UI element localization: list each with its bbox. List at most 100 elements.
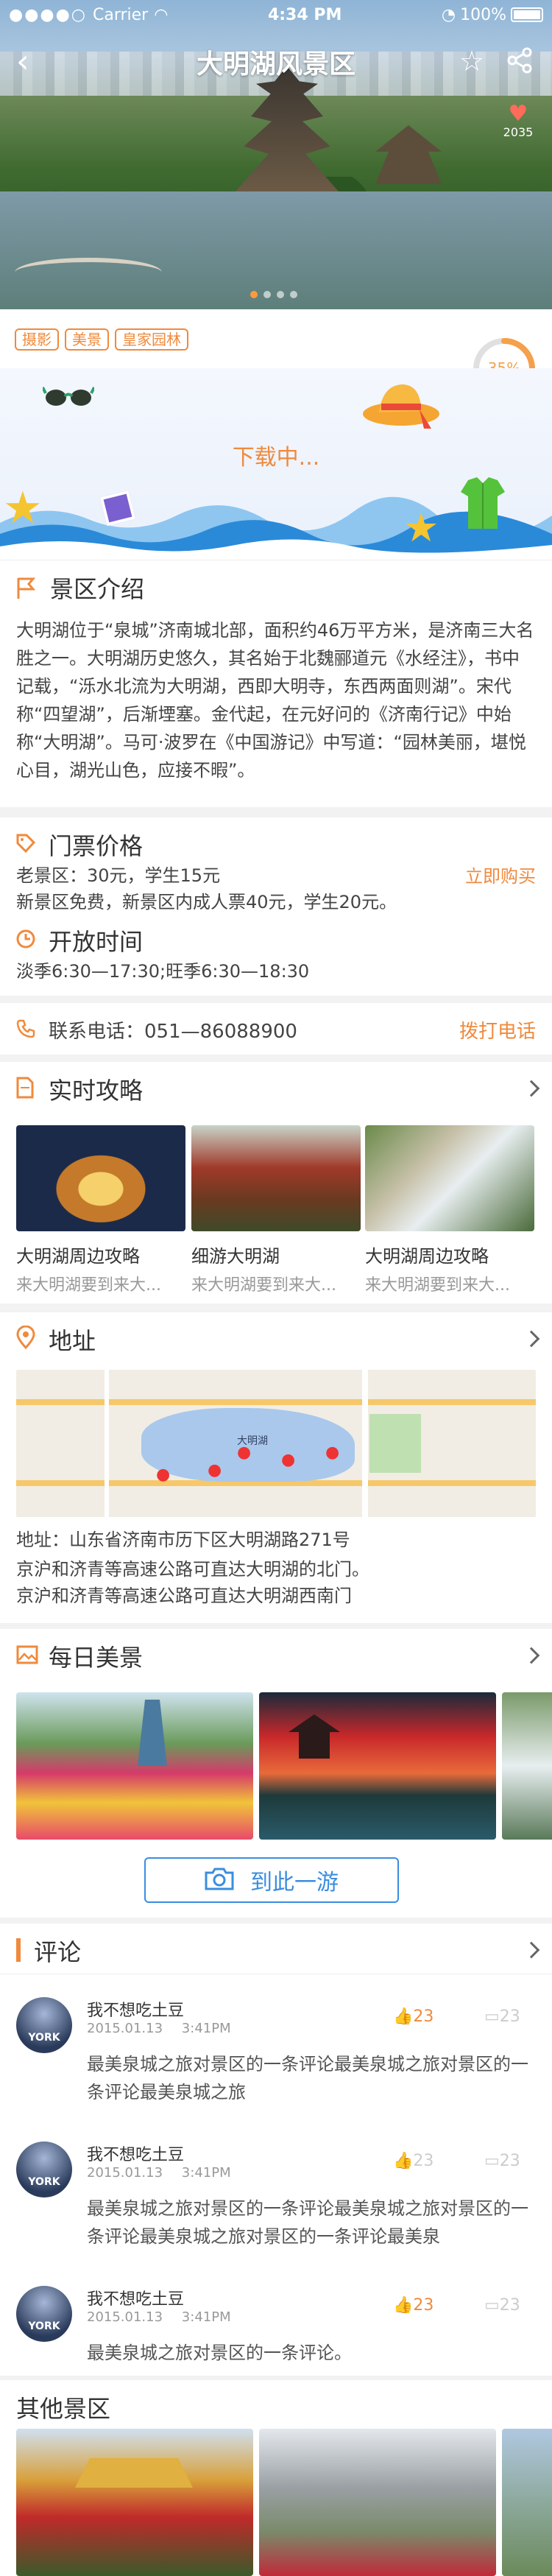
phone-label: 联系电话：051—86088900 — [49, 1021, 297, 1043]
comment-date: 2015.01.13 — [87, 2165, 163, 2181]
map-park — [369, 1414, 421, 1473]
reply-button[interactable]: ▭23 — [484, 2007, 520, 2026]
temple-roof — [75, 2458, 193, 2488]
chevron-right-icon[interactable] — [523, 1647, 540, 1664]
like-button[interactable]: 👍23 — [393, 2152, 434, 2170]
phone-section[interactable]: 联系电话：051—86088900 拨打电话 — [0, 1003, 552, 1055]
carousel-dot[interactable] — [263, 291, 271, 298]
download-banner: 下载中... ★ ★ — [0, 368, 552, 560]
guides-title: 实时攻略 — [49, 1077, 144, 1105]
map-marker-icon[interactable]: ● — [325, 1443, 339, 1462]
reply-count: 23 — [499, 2296, 520, 2315]
guide-card[interactable]: 细游大明湖 来大明湖要到来大... — [191, 1125, 361, 1295]
starfish-icon: ★ — [3, 482, 43, 534]
others-title: 其他景区 — [16, 2395, 111, 2423]
map-marker-icon[interactable]: ● — [281, 1451, 295, 1469]
tags-download-section: 摄影美景皇家园林 35% 下载中... ★ ★ — [0, 309, 552, 560]
download-label: 下载中... — [232, 445, 320, 471]
avatar[interactable]: YORK — [16, 1997, 72, 2053]
chevron-right-icon[interactable] — [523, 1080, 540, 1097]
like-widget[interactable]: ♥ 2035 — [499, 103, 537, 140]
hours-text: 淡季6:30—17:30;旺季6:30—18:30 — [16, 961, 310, 982]
tag-list: 摄影 美景 皇家园林 — [15, 328, 194, 351]
guide-card[interactable]: 大明湖周边攻略 来大明湖要到来大... — [365, 1125, 534, 1295]
battery-percent: 100% — [460, 5, 506, 24]
daily-photo[interactable] — [16, 1692, 253, 1840]
daily-photo[interactable] — [502, 1692, 552, 1840]
carousel-dot[interactable] — [277, 291, 284, 298]
like-count: 23 — [413, 2296, 434, 2315]
comment-item: YORK 我不想吃土豆 2015.01.13 3:41PM 👍23 ▭23 最美… — [0, 1982, 552, 2122]
intro-text: 大明湖位于“泉城”济南城北部，面积约46万平方米，是济南三大名胜之一。大明湖历史… — [16, 620, 534, 781]
avatar[interactable]: YORK — [16, 2142, 72, 2197]
comment-user[interactable]: 我不想吃土豆 — [87, 2286, 184, 2309]
comment-item: YORK 我不想吃土豆 2015.01.13 3:41PM 👍23 ▭23 最美… — [0, 2271, 552, 2374]
reply-button[interactable]: ▭23 — [484, 2296, 520, 2315]
image-icon — [16, 1645, 38, 1667]
call-button[interactable]: 拨打电话 — [459, 1016, 536, 1044]
avatar[interactable]: YORK — [16, 2286, 72, 2342]
other-spot-card[interactable] — [16, 2429, 253, 2576]
map-view[interactable]: 大明湖 ● ● ● ● ● — [16, 1370, 536, 1517]
reply-count: 23 — [499, 2007, 520, 2026]
comment-meta: 2015.01.13 3:41PM — [87, 2165, 231, 2181]
daily-section: 每日美景 到此一游 — [0, 1629, 552, 1918]
daily-photo[interactable] — [259, 1692, 496, 1840]
carousel-dot[interactable] — [290, 291, 297, 298]
signal-icon: ●●●●○ — [9, 5, 87, 24]
tag-chip[interactable]: 皇家园林 — [115, 328, 188, 351]
comment-meta: 2015.01.13 3:41PM — [87, 2309, 231, 2325]
nav-bar: ‹ 大明湖风景区 ☆ — [0, 29, 552, 94]
camera-icon — [205, 1867, 234, 1893]
document-icon — [16, 1077, 34, 1102]
scenic-detail-page: ●●●●○ Carrier ◠ 4:34 PM ◔ 100% ‹ 大明湖风景区 … — [0, 0, 552, 2576]
other-spot-card[interactable] — [502, 2429, 552, 2576]
reply-button[interactable]: ▭23 — [484, 2152, 520, 2170]
thumbs-up-icon: 👍 — [393, 2007, 414, 2026]
like-button[interactable]: 👍23 — [393, 2007, 434, 2026]
guide-card[interactable]: 大明湖周边攻略 来大明湖要到来大... — [16, 1125, 185, 1295]
guide-image — [16, 1125, 185, 1231]
map-marker-icon[interactable]: ● — [237, 1443, 251, 1462]
thumbs-up-icon: 👍 — [393, 2152, 414, 2170]
address-line: 京沪和济青等高速公路可直达大明湖的北门。 — [16, 1559, 369, 1580]
sunhat-icon — [361, 377, 442, 439]
carousel-dot[interactable] — [250, 291, 258, 298]
comment-date: 2015.01.13 — [87, 2021, 163, 2036]
flag-icon — [16, 577, 36, 602]
map-marker-icon[interactable]: ● — [208, 1461, 222, 1479]
guide-title: 大明湖周边攻略 — [16, 1246, 140, 1267]
tag-chip[interactable]: 摄影 — [15, 328, 59, 351]
comment-user[interactable]: 我不想吃土豆 — [87, 2142, 184, 2165]
guide-title: 大明湖周边攻略 — [365, 1246, 489, 1267]
address-line: 京沪和济青等高速公路可直达大明湖西南门 — [16, 1586, 352, 1606]
starfish-icon: ★ — [403, 504, 439, 551]
status-right: ◔ 100% — [442, 6, 543, 24]
visit-button[interactable]: 到此一游 — [144, 1857, 399, 1903]
map-road — [362, 1370, 368, 1517]
like-button[interactable]: 👍23 — [393, 2296, 434, 2315]
reply-count: 23 — [499, 2152, 520, 2170]
comment-time: 3:41PM — [181, 2309, 231, 2325]
share-icon[interactable] — [506, 47, 533, 79]
chat-bubble-icon: ▭ — [484, 2296, 500, 2315]
ticket-section: 门票价格 立即购买 老景区：30元，学生15元 新景区免费，新景区内成人票40元… — [0, 817, 552, 996]
carrier-label: Carrier — [92, 5, 149, 24]
phone-icon — [16, 1019, 35, 1041]
section-accent-bar — [16, 1938, 21, 1962]
ticket-title: 门票价格 — [49, 832, 144, 860]
like-count: 2035 — [503, 125, 534, 139]
buy-now-link[interactable]: 立即购买 — [465, 862, 536, 887]
chevron-right-icon[interactable] — [523, 1330, 540, 1348]
carousel-dots[interactable] — [250, 291, 297, 298]
guide-image — [365, 1125, 534, 1231]
comment-user[interactable]: 我不想吃土豆 — [87, 1997, 184, 2021]
star-icon[interactable]: ☆ — [459, 47, 484, 75]
tag-chip[interactable]: 美景 — [65, 328, 109, 351]
other-spot-card[interactable] — [259, 2429, 496, 2576]
ticket-line-1: 老景区：30元，学生15元 — [16, 865, 221, 886]
chevron-right-icon[interactable] — [523, 1941, 540, 1959]
lock-rotation-icon: ◔ — [441, 5, 456, 24]
map-marker-icon[interactable]: ● — [156, 1465, 170, 1484]
intro-section: 景区介绍 大明湖位于“泉城”济南城北部，面积约46万平方米，是济南三大名胜之一。… — [0, 560, 552, 807]
